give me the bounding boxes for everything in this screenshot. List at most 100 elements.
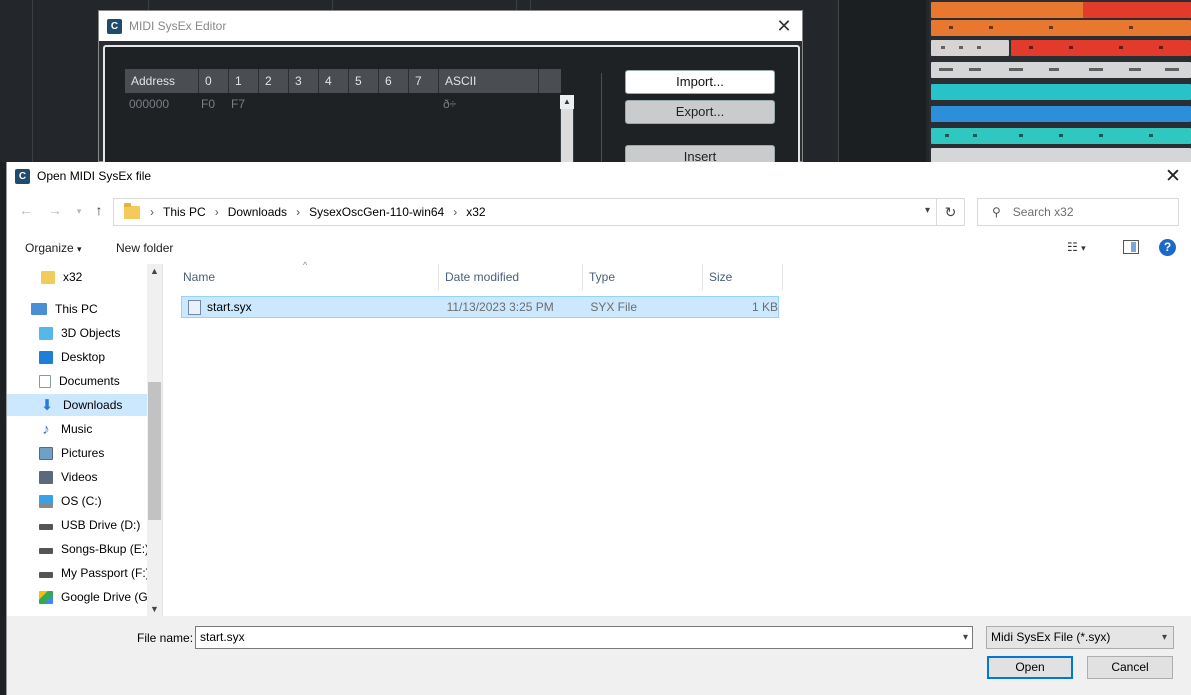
nav-item-my-passport-f[interactable]: My Passport (F:) [7, 562, 147, 584]
hex-byte[interactable]: F0 [199, 97, 229, 111]
midi-part[interactable] [1011, 40, 1191, 56]
nav-item-downloads[interactable]: ⬇ Downloads [7, 394, 147, 416]
export-button[interactable]: Export... [625, 100, 775, 124]
track-lane [929, 38, 1191, 58]
scroll-thumb[interactable] [561, 109, 573, 163]
nav-item-label: USB Drive (D:) [61, 518, 141, 532]
file-type-select[interactable]: Midi SysEx File (*.syx) ▾ [986, 626, 1174, 649]
column-header-byte[interactable]: 7 [409, 69, 439, 93]
column-header-type[interactable]: Type [583, 264, 703, 290]
column-header-byte[interactable]: 4 [319, 69, 349, 93]
column-header-byte[interactable]: 2 [259, 69, 289, 93]
column-header-size[interactable]: Size [703, 264, 783, 290]
chevron-right-icon[interactable]: › [150, 205, 154, 219]
scroll-thumb[interactable] [148, 382, 161, 520]
nav-pane-scrollbar[interactable]: ▲ ▼ [147, 264, 162, 616]
nav-item-videos[interactable]: Videos [7, 466, 147, 488]
open-button[interactable]: Open [987, 656, 1073, 679]
nav-item-pictures[interactable]: Pictures [7, 442, 147, 464]
preview-pane-icon[interactable] [1123, 240, 1139, 254]
dialog-titlebar: C Open MIDI SysEx file [7, 162, 1191, 190]
hex-ascii: ð÷ [443, 97, 457, 111]
hex-byte[interactable]: F7 [229, 97, 259, 111]
new-folder-button[interactable]: New folder [116, 241, 173, 255]
drive-icon [39, 572, 53, 578]
open-file-dialog: C Open MIDI SysEx file ✕ ← → ▾ ↑ › This … [6, 162, 1191, 695]
import-button[interactable]: Import... [625, 70, 775, 94]
column-header-address[interactable]: Address [125, 69, 199, 93]
document-icon [39, 374, 51, 388]
track-lane [929, 104, 1191, 124]
desktop-icon [39, 350, 53, 364]
breadcrumb-item[interactable]: x32 [466, 205, 485, 219]
cancel-button[interactable]: Cancel [1087, 656, 1173, 679]
nav-item-label: OS (C:) [61, 494, 102, 508]
refresh-icon[interactable]: ↻ [936, 199, 964, 225]
nav-item-this-pc[interactable]: This PC [7, 298, 147, 320]
up-arrow-icon[interactable]: ↑ [89, 202, 109, 218]
scroll-down-icon[interactable]: ▼ [147, 604, 162, 614]
nav-item-label: Pictures [61, 446, 105, 460]
hex-row[interactable]: 000000 F0 F7 ð÷ [125, 93, 561, 115]
forward-arrow-icon[interactable]: → [45, 202, 65, 218]
file-type: SYX File [590, 300, 638, 314]
view-menu[interactable]: ☷ ▾ [1067, 240, 1086, 254]
chevron-down-icon[interactable]: ▾ [925, 205, 930, 216]
track-lane [929, 60, 1191, 80]
scroll-up-icon[interactable]: ▲ [147, 266, 162, 276]
hex-scrollbar[interactable]: ▲ [560, 95, 574, 165]
sysex-editor-panel: Address 0 1 2 3 4 5 6 7 ASCII 000000 F0 … [103, 45, 800, 169]
nav-item-google-drive-g[interactable]: Google Drive (G: [7, 586, 147, 608]
column-header-byte[interactable]: 6 [379, 69, 409, 93]
chevron-right-icon[interactable]: › [215, 205, 219, 219]
back-arrow-icon[interactable]: ← [16, 202, 36, 218]
chevron-right-icon[interactable]: › [296, 205, 300, 219]
nav-item-os-c[interactable]: OS (C:) [7, 490, 147, 512]
breadcrumb-item[interactable]: This PC [163, 205, 206, 219]
scroll-up-icon[interactable]: ▲ [560, 95, 574, 109]
breadcrumb-item[interactable]: Downloads [228, 205, 287, 219]
chevron-down-icon[interactable]: ▾ [1162, 627, 1167, 648]
file-name-input[interactable]: start.syx ▾ [195, 626, 973, 649]
nav-item-label: Music [61, 422, 93, 436]
column-header-byte[interactable]: 1 [229, 69, 259, 93]
close-icon[interactable]: ✕ [774, 16, 794, 37]
music-note-icon: ♪ [42, 420, 50, 438]
midi-part[interactable] [1083, 2, 1191, 18]
column-header-byte[interactable]: 5 [349, 69, 379, 93]
chevron-down-icon[interactable]: ▾ [963, 627, 968, 648]
track-lane [929, 126, 1191, 146]
column-header-name[interactable]: Name [177, 264, 439, 290]
column-header-ascii[interactable]: ASCII [439, 69, 539, 93]
midi-part[interactable] [931, 106, 1191, 122]
address-bar[interactable]: › This PC › Downloads › SysexOscGen-110-… [113, 198, 965, 226]
organize-menu[interactable]: Organize ▾ [25, 241, 82, 255]
nav-item-3d-objects[interactable]: 3D Objects [7, 322, 147, 344]
close-icon[interactable]: ✕ [1163, 165, 1183, 188]
divider [601, 73, 602, 165]
sysex-editor-window: C MIDI SysEx Editor ✕ Address 0 1 2 3 4 … [98, 10, 803, 169]
help-icon[interactable]: ? [1159, 239, 1176, 256]
track-lane [929, 146, 1191, 162]
column-header-byte[interactable]: 3 [289, 69, 319, 93]
nav-item-songs-bkup-e[interactable]: Songs-Bkup (E:) [7, 538, 147, 560]
navigation-bar: ← → ▾ ↑ › This PC › Downloads › SysexOsc… [7, 198, 1191, 226]
chevron-right-icon[interactable]: › [453, 205, 457, 219]
file-row[interactable]: start.syx 11/13/2023 3:25 PM SYX File 1 … [181, 296, 779, 318]
search-input[interactable]: ⚲ Search x32 [977, 198, 1179, 226]
midi-part[interactable] [931, 20, 1191, 36]
nav-item-documents[interactable]: Documents [7, 370, 147, 392]
breadcrumb-item[interactable]: SysexOscGen-110-win64 [309, 205, 444, 219]
midi-part[interactable] [931, 148, 1191, 162]
nav-item-x32[interactable]: x32 [7, 266, 147, 288]
drive-icon [39, 548, 53, 554]
column-header-byte[interactable]: 0 [199, 69, 229, 93]
midi-part[interactable] [931, 84, 1191, 100]
sysex-editor-titlebar: C MIDI SysEx Editor [99, 11, 802, 41]
nav-item-music[interactable]: ♪ Music [7, 418, 147, 440]
nav-item-desktop[interactable]: Desktop [7, 346, 147, 368]
nav-item-usb-drive-d[interactable]: USB Drive (D:) [7, 514, 147, 536]
navigation-pane: x32 This PC 3D Objects Desktop Documents… [7, 264, 163, 616]
column-header-date-modified[interactable]: Date modified [439, 264, 583, 290]
recent-locations-icon[interactable]: ▾ [69, 206, 89, 217]
